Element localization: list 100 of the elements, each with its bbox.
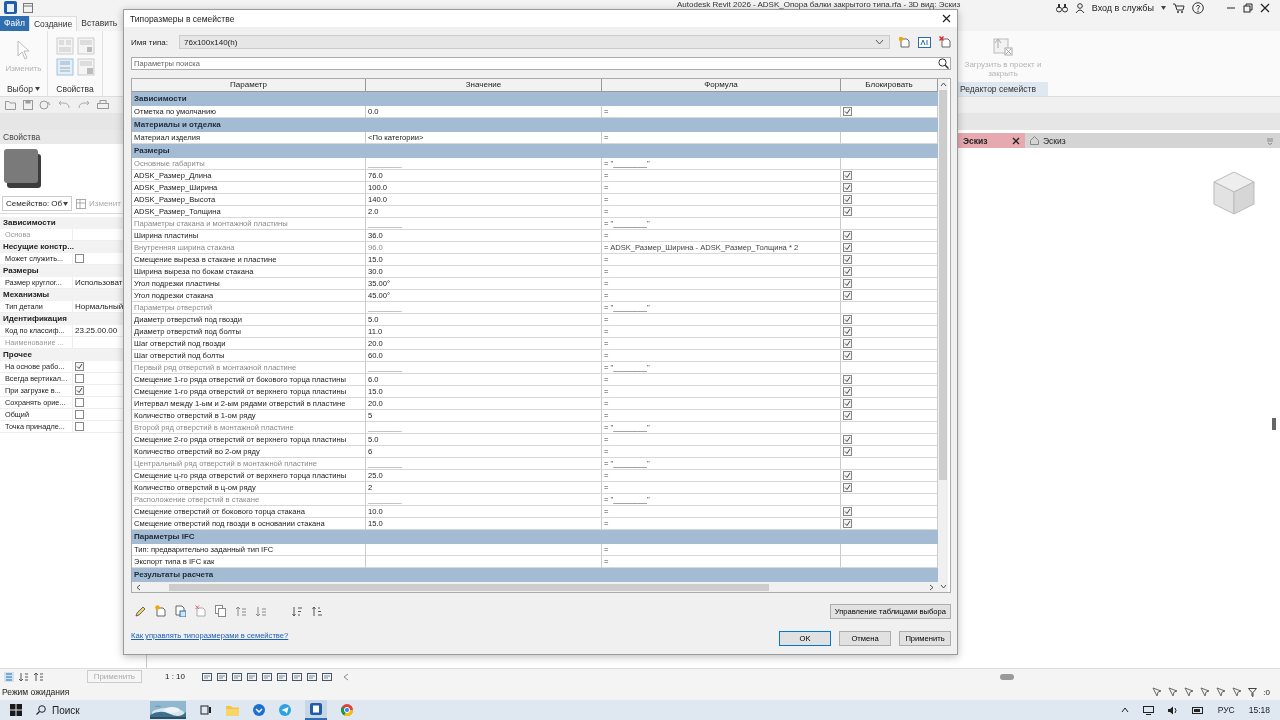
table-cell[interactable] <box>366 544 602 556</box>
checkbox[interactable] <box>75 254 84 263</box>
checkbox[interactable] <box>843 207 852 216</box>
ribbon-tab[interactable]: Файл <box>0 16 29 31</box>
sort-ascending-icon[interactable] <box>292 605 303 617</box>
checkbox[interactable] <box>843 483 852 492</box>
view-tab[interactable]: Эскиз <box>958 133 1025 148</box>
caret-icon[interactable] <box>35 87 41 91</box>
binoculars-icon[interactable] <box>1055 3 1068 13</box>
restore-icon[interactable] <box>1243 3 1253 13</box>
browser-icon[interactable] <box>341 704 353 716</box>
network-icon[interactable] <box>1142 705 1154 715</box>
group-header[interactable]: Результаты расчета <box>132 568 938 582</box>
scroll-left-icon[interactable] <box>136 583 141 591</box>
close-icon[interactable] <box>1012 136 1020 145</box>
battery-icon[interactable] <box>1191 706 1204 714</box>
checkbox[interactable] <box>75 410 84 419</box>
selection-filter-icon[interactable] <box>1200 687 1211 697</box>
scrollbar-thumb[interactable] <box>1272 418 1276 430</box>
view-control-icon[interactable] <box>232 671 242 682</box>
rename-icon[interactable] <box>918 36 931 48</box>
group-header[interactable]: Размеры <box>132 144 938 158</box>
checkbox[interactable] <box>843 411 852 420</box>
user-icon[interactable] <box>1074 3 1085 13</box>
scrollbar-thumb[interactable] <box>939 90 947 480</box>
sort-ascending-icon[interactable] <box>19 671 29 682</box>
chevron-up-icon[interactable] <box>1120 707 1129 713</box>
close-icon[interactable] <box>942 14 951 23</box>
checkbox[interactable] <box>75 398 84 407</box>
checkbox[interactable] <box>843 519 852 528</box>
scroll-up-icon[interactable] <box>939 82 947 87</box>
checkbox[interactable] <box>843 507 852 516</box>
checkbox[interactable] <box>843 315 852 324</box>
view-control-icon[interactable] <box>322 671 332 682</box>
view-scale[interactable]: 1 : 10 <box>165 672 185 681</box>
new-type-icon[interactable] <box>898 36 910 48</box>
view-control-icon[interactable] <box>202 671 212 682</box>
scroll-down-icon[interactable] <box>939 584 947 589</box>
selection-filter-icon[interactable] <box>1168 687 1179 697</box>
checkbox[interactable] <box>843 291 852 300</box>
checkbox[interactable] <box>843 243 852 252</box>
close-icon[interactable] <box>1260 3 1270 13</box>
checkbox[interactable] <box>843 387 852 396</box>
selection-filter-icon[interactable] <box>1216 687 1227 697</box>
ribbon-tab[interactable]: Вставить <box>77 16 122 31</box>
view-control-icon[interactable] <box>277 671 287 682</box>
new-parameter-icon[interactable] <box>155 605 166 617</box>
language-indicator[interactable]: РУС <box>1217 705 1235 715</box>
checkbox[interactable] <box>843 107 852 116</box>
delete-type-icon[interactable] <box>939 36 951 48</box>
checkbox[interactable] <box>75 386 84 395</box>
scrollbar-thumb[interactable] <box>169 583 769 591</box>
caret-icon[interactable] <box>1161 6 1166 10</box>
search-field[interactable]: Поиск <box>36 704 136 716</box>
copy-icon[interactable] <box>215 605 226 617</box>
selection-filter-icon[interactable] <box>1232 687 1243 697</box>
windows-icon[interactable] <box>10 704 22 716</box>
cart-icon[interactable] <box>1173 3 1185 13</box>
group-header[interactable]: Зависимости <box>132 92 938 106</box>
view-control-icon[interactable] <box>307 671 317 682</box>
app-circle-icon[interactable] <box>253 704 265 716</box>
checkbox[interactable] <box>843 255 852 264</box>
checkbox[interactable] <box>843 351 852 360</box>
delete-parameter-icon[interactable] <box>195 605 206 617</box>
view-control-icon[interactable] <box>247 671 257 682</box>
checkbox[interactable] <box>843 195 852 204</box>
checkbox[interactable] <box>843 183 852 192</box>
move-up-icon[interactable] <box>235 605 246 617</box>
task-view-icon[interactable] <box>200 704 212 716</box>
ribbon-tab[interactable]: Создание <box>28 16 78 31</box>
app-logo-icon[interactable] <box>310 703 322 715</box>
checkbox[interactable] <box>843 447 852 456</box>
scroll-right-icon[interactable] <box>929 583 934 591</box>
filter-icon[interactable] <box>1248 687 1258 697</box>
checkbox[interactable] <box>75 362 84 371</box>
view-control-icon[interactable] <box>292 671 302 682</box>
checkbox[interactable] <box>843 267 852 276</box>
checkbox[interactable] <box>843 339 852 348</box>
checkbox[interactable] <box>843 279 852 288</box>
group-header[interactable]: Параметры IFC <box>132 530 938 544</box>
edit-parameter-icon[interactable] <box>175 605 186 617</box>
view-control-icon[interactable] <box>217 671 227 682</box>
selection-filter-icon[interactable] <box>1152 687 1163 697</box>
group-header[interactable]: Материалы и отделка <box>132 118 938 132</box>
checkbox[interactable] <box>843 399 852 408</box>
speaker-icon[interactable] <box>1167 705 1178 715</box>
scrollbar-thumb[interactable] <box>1000 673 1014 680</box>
paper-plane-icon[interactable] <box>279 704 291 716</box>
sign-in-menu[interactable]: Вход в службы <box>1091 3 1154 13</box>
panel-label[interactable]: Выбор <box>6 82 34 96</box>
search-icon[interactable] <box>938 58 949 69</box>
checkbox[interactable] <box>843 375 852 384</box>
move-down-icon[interactable] <box>255 605 266 617</box>
checkbox[interactable] <box>75 374 84 383</box>
checkbox[interactable] <box>843 171 852 180</box>
checkbox[interactable] <box>75 422 84 431</box>
window-icon[interactable] <box>23 2 33 13</box>
view-tab[interactable]: Эскиз <box>1025 133 1071 148</box>
clock[interactable]: 15:18 <box>1248 705 1270 715</box>
sort-descending-icon[interactable] <box>312 605 323 617</box>
